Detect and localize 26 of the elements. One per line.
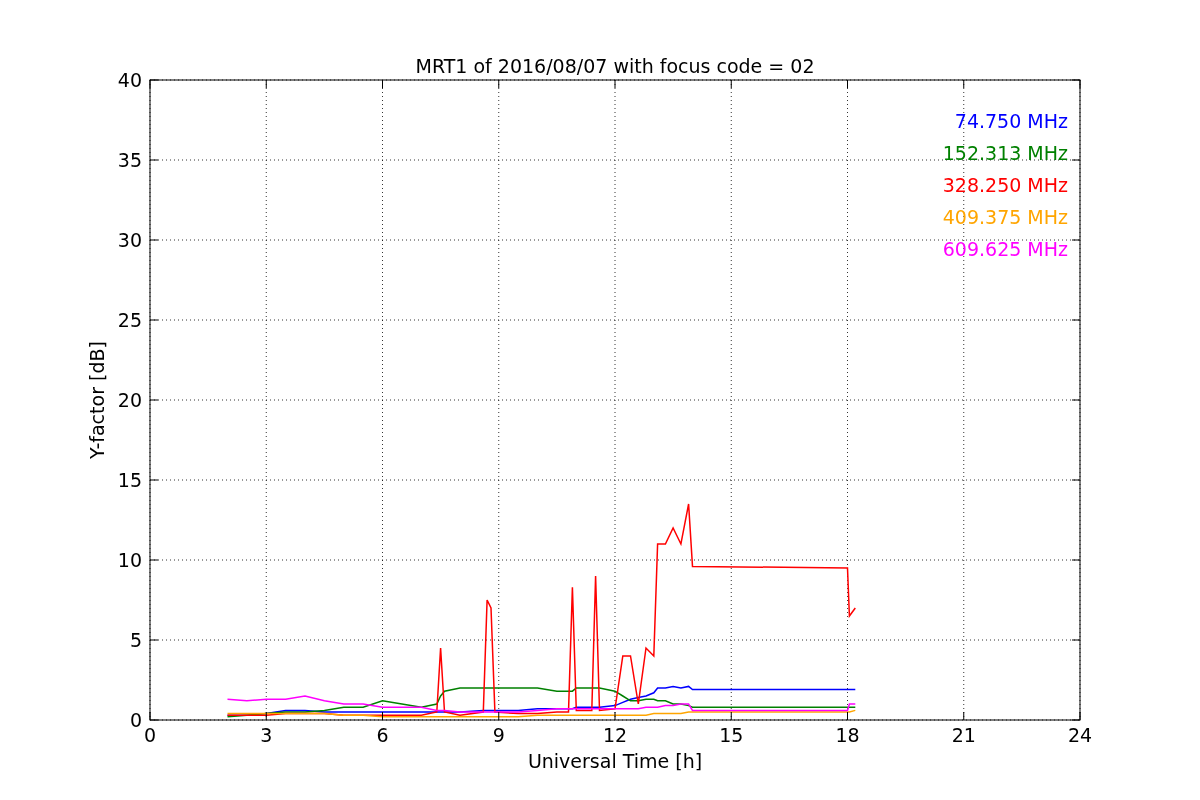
x-tick-label: 15 xyxy=(719,724,744,746)
x-tick-label: 0 xyxy=(143,724,157,746)
legend-label: 328.250 MHz xyxy=(942,174,1068,196)
y-tick-label: 10 xyxy=(117,549,142,571)
x-tick-label: 6 xyxy=(376,724,389,746)
y-tick-label: 30 xyxy=(117,229,142,251)
y-tick-label: 0 xyxy=(129,709,142,731)
x-tick-label: 24 xyxy=(1067,724,1093,746)
chart-title: MRT1 of 2016/08/07 with focus code = 02 xyxy=(415,55,815,77)
y-tick-label: 15 xyxy=(117,469,142,491)
y-axis-label: Y-factor [dB] xyxy=(86,341,108,459)
y-tick-label: 20 xyxy=(117,389,142,411)
x-tick-label: 21 xyxy=(951,724,976,746)
legend-label: 74.750 MHz xyxy=(954,110,1068,132)
legend-label: 152.313 MHz xyxy=(942,142,1068,164)
x-tick-label: 3 xyxy=(260,724,273,746)
y-tick-label: 25 xyxy=(117,309,142,331)
y-tick-label: 5 xyxy=(129,629,142,651)
legend-label: 609.625 MHz xyxy=(942,238,1068,260)
x-tick-label: 12 xyxy=(602,724,628,746)
x-tick-label: 18 xyxy=(835,724,860,746)
y-tick-label: 35 xyxy=(117,149,142,171)
legend-label: 409.375 MHz xyxy=(942,206,1068,228)
y-tick-label: 40 xyxy=(117,69,142,91)
x-axis-label: Universal Time [h] xyxy=(527,750,703,772)
x-tick-label: 9 xyxy=(492,724,505,746)
